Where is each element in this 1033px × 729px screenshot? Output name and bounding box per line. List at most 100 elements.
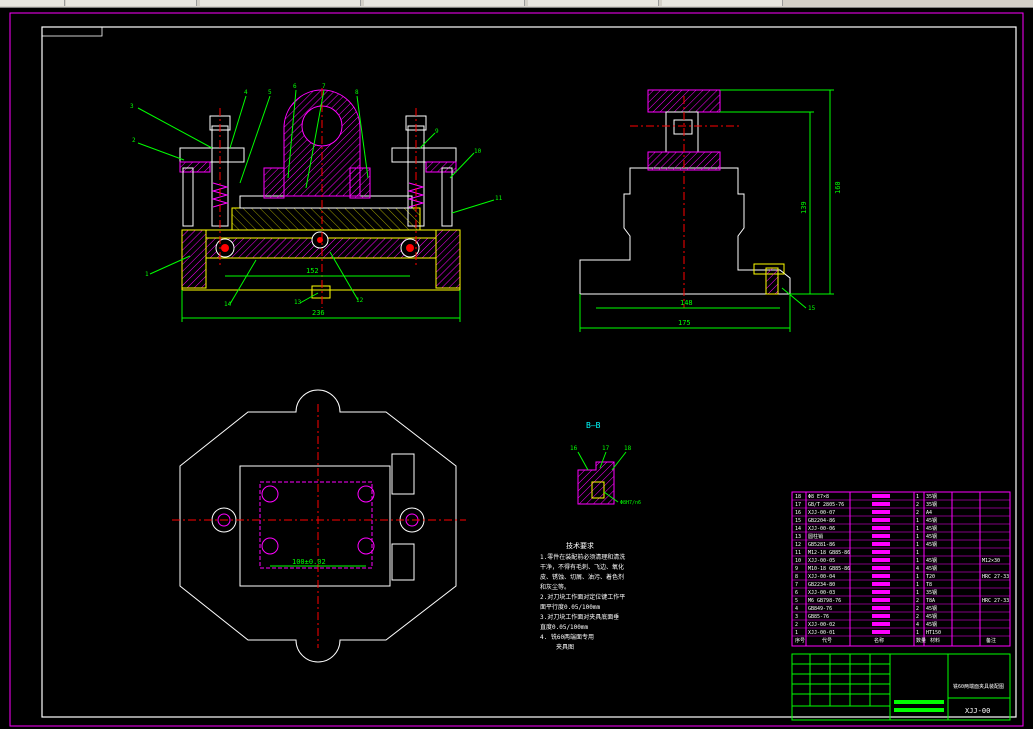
bom-row-code: M10-18 GB85-86 — [808, 566, 850, 572]
bom-row-name-glyphs — [872, 494, 890, 498]
dim-front-width: 236 — [312, 309, 325, 317]
tech-line: 皮、锈蚀、切屑、油污、着色剂 — [540, 573, 624, 581]
balloon-18: 18 — [624, 445, 632, 452]
bom-row-name-glyphs — [872, 550, 890, 554]
bom-row-code: XJJ-00-01 — [808, 630, 835, 636]
bom-row-code: M6 GB798-76 — [808, 598, 841, 604]
bom-row-qty: 2 — [916, 614, 919, 620]
bom-row-name-glyphs — [872, 630, 890, 634]
balloon-17: 17 — [602, 445, 610, 452]
bom-row-material: 45钢 — [926, 517, 937, 524]
bom-row-number: 12 — [795, 542, 801, 548]
bom-row-code: XJJ-00-06 — [808, 526, 835, 532]
balloon-15: 15 — [808, 305, 816, 312]
bom-row-code: GB2204-86 — [808, 518, 835, 524]
drawing-title: 铣60两端面夹具装配图 — [953, 683, 1004, 690]
bom-row-number: 7 — [795, 582, 798, 588]
bom-row-code: XJJ-00-03 — [808, 590, 835, 596]
bom-row-name-glyphs — [872, 510, 890, 514]
balloon-2: 2 — [132, 137, 136, 144]
tab-strip-segment[interactable] — [0, 0, 65, 6]
bom-row-name-glyphs — [872, 566, 890, 570]
balloon-12: 12 — [356, 297, 364, 304]
bom-row-qty: 1 — [916, 550, 919, 556]
bom-row-number: 1 — [795, 630, 798, 636]
drawing-number: XJJ-00 — [965, 707, 990, 715]
bom-row-number: 2 — [795, 622, 798, 628]
bom-row-material: T8 — [926, 582, 932, 588]
bom-row-material: 35钢 — [926, 501, 937, 508]
sheet-border-outer — [9, 12, 1024, 727]
bom-row-qty: 1 — [916, 574, 919, 580]
bom-row-number: 13 — [795, 534, 801, 540]
bom-row-number: 4 — [795, 606, 798, 612]
corner-label-box — [41, 26, 103, 37]
window-tab-strip — [0, 0, 1033, 8]
bom-row-name-glyphs — [872, 582, 890, 586]
tab-strip-segment[interactable] — [364, 0, 525, 6]
bom-table: 18 Φ8 E7×8 1 35钢17 GB/T 2805-76 2 35钢16 XJJ-00-… — [791, 491, 1011, 647]
bom-row-qty: 4 — [916, 622, 919, 628]
tab-strip-segment[interactable] — [200, 0, 361, 6]
balloon-4: 4 — [244, 89, 248, 96]
balloon-1: 1 — [145, 271, 149, 278]
bom-row-code: XJJ-00-04 — [808, 574, 835, 580]
balloon-16: 16 — [570, 445, 578, 452]
balloon-14: 14 — [224, 301, 232, 308]
bom-row-name-glyphs — [872, 542, 890, 546]
bom-row-qty: 2 — [916, 606, 919, 612]
bom-row-remark: HRC 27-33 — [982, 598, 1009, 604]
balloon-5: 5 — [268, 89, 272, 96]
bom-row-qty: 1 — [916, 534, 919, 540]
bom-row-qty: 2 — [916, 510, 919, 516]
tab-strip-segment[interactable] — [662, 0, 783, 6]
bom-row-material: 45钢 — [926, 565, 937, 572]
tech-line: 夹具图 — [556, 643, 574, 651]
bom-row-qty: 1 — [916, 630, 919, 636]
tab-strip-segment[interactable] — [528, 0, 659, 6]
bom-row-code: XJJ-00-07 — [808, 510, 835, 516]
balloon-3: 3 — [130, 103, 134, 110]
bom-row-name-glyphs — [872, 622, 890, 626]
bom-row-name-glyphs — [872, 606, 890, 610]
bom-row-material: T8A — [926, 598, 935, 604]
bom-row-number: 10 — [795, 558, 801, 564]
plan-view — [172, 389, 466, 663]
bom-row-number: 16 — [795, 510, 801, 516]
balloon-10: 10 — [474, 148, 482, 155]
bom-row-qty: 1 — [916, 542, 919, 548]
bom-row-name-glyphs — [872, 518, 890, 522]
bom-row-code: M12-18 GB85-86 — [808, 550, 850, 556]
bom-row-material: 45钢 — [926, 557, 937, 564]
dim-side-height1: 160 — [834, 181, 842, 194]
bom-header-cell: 序号 — [795, 637, 805, 644]
bom-row-material: 45钢 — [926, 525, 937, 532]
dim-plan-width: 100±0.02 — [292, 558, 326, 566]
tab-strip-segment[interactable] — [66, 0, 197, 6]
bom-row-name-glyphs — [872, 534, 890, 538]
cad-drawing-canvas[interactable]: 236 152 3 2 4 5 6 7 8 9 10 11 1 14 13 12… — [0, 8, 1033, 729]
dim-side-width: 175 — [678, 319, 691, 327]
bom-header-cell: 数量 — [916, 637, 926, 644]
tech-requirements: 技术要求 1.零件在装配前必须清理和清洗 干净，不得有毛刺、飞边、氧化 皮、锈蚀… — [540, 541, 625, 651]
bom-row-material: HT150 — [926, 630, 941, 636]
tech-line: 4. 铣60两端面专用 — [540, 633, 594, 641]
dim-side-inner: 148 — [680, 299, 693, 307]
bom-row-number: 9 — [795, 566, 798, 572]
balloon-11: 11 — [495, 195, 503, 202]
bom-row-number: 17 — [795, 502, 801, 508]
bom-row-code: GB2234-80 — [808, 582, 835, 588]
bom-row-number: 11 — [795, 550, 801, 556]
bom-row-qty: 2 — [916, 598, 919, 604]
bom-row-name-glyphs — [872, 598, 890, 602]
bom-row-qty: 4 — [916, 566, 919, 572]
bom-row-code: XJJ-00-02 — [808, 622, 835, 628]
bom-row-number: 15 — [795, 518, 801, 524]
bom-row-number: 14 — [795, 526, 801, 532]
bom-row-qty: 1 — [916, 526, 919, 532]
bom-row-material: T20 — [926, 574, 935, 580]
tech-line: 干净，不得有毛刺、飞边、氧化 — [540, 563, 624, 571]
bom-header-cell: 名称 — [874, 637, 884, 644]
bom-row-remark: M12×30 — [982, 558, 1000, 564]
bom-row-code: GB5281-86 — [808, 542, 835, 548]
